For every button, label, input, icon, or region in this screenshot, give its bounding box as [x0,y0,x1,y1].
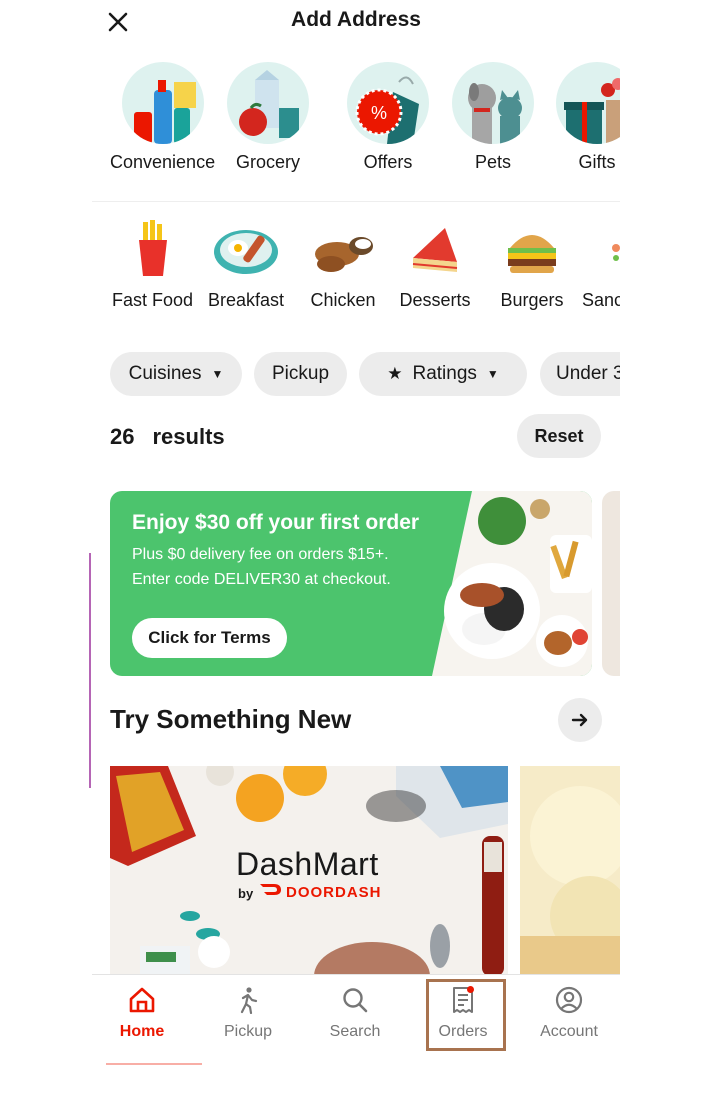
filter-label: Ratings [412,363,477,384]
store-card-dashmart[interactable]: DashMart by DOORDASH [110,766,508,976]
category-offers[interactable]: % Offers [347,62,429,173]
grocery-icon [227,62,309,144]
cuisine-fast-food[interactable]: Fast Food [112,218,193,311]
account-icon [554,985,584,1015]
filter-label: Pickup [271,363,330,384]
store-card-peek-artwork [520,786,620,976]
store-brand: DOORDASH [286,884,382,901]
arrow-right-icon [571,713,588,727]
cuisine-sandwiches[interactable]: Sanc [582,218,620,311]
cuisine-breakfast[interactable]: Breakfast [208,218,284,311]
category-pets[interactable]: Pets [452,62,534,173]
walking-icon [233,985,263,1015]
cuisine-label: Breakfast [208,290,285,310]
food-platter-image [432,491,592,676]
cuisine-label: Sanc [582,290,620,310]
reset-button[interactable]: Reset [517,414,601,458]
cuisine-label: Chicken [310,290,376,310]
category-label: Gifts [578,152,616,172]
home-active-indicator [106,1063,202,1065]
orders-highlight-box [426,979,506,1051]
category-grocery[interactable]: Grocery [227,62,309,173]
cake-icon [399,218,471,282]
category-gifts[interactable]: Gifts [556,62,620,173]
promo-banner[interactable]: Enjoy $30 off your first order Plus $0 d… [110,491,592,676]
nav-account[interactable]: Account [519,975,619,1051]
terms-button[interactable]: Click for Terms [132,618,287,658]
nav-label: Home [119,1023,165,1040]
results-summary: 26 results [110,424,225,450]
cuisine-label: Fast Food [112,290,194,310]
promo-line: Plus $0 delivery fee on orders $15+. [132,546,389,563]
see-all-button[interactable] [558,698,602,742]
pets-icon [452,62,534,144]
promo-title: Enjoy $30 off your first order [132,511,420,534]
category-label: Grocery [235,152,300,172]
cuisine-burgers[interactable]: Burgers [496,218,568,311]
filter-ratings[interactable]: ★ Ratings ▼ [359,352,527,396]
fries-icon [117,218,189,282]
search-icon [340,985,370,1015]
burger-icon [496,218,568,282]
convenience-icon [121,62,204,144]
doordash-logo-icon [260,884,281,895]
chicken-icon [307,218,379,282]
breakfast-icon [210,218,282,282]
cuisine-category-row: Fast Food Breakfast Chicken Desserts Bur… [92,218,620,328]
app-screen: Add Address Convenience Grocery % Offers… [92,0,620,1065]
svg-text:%: % [371,103,387,123]
store-category-row: Convenience Grocery % Offers Pets Gifts [92,62,620,202]
category-label: Offers [363,152,413,172]
nav-label: Pickup [223,1023,273,1040]
store-by-label: by [238,886,254,901]
gifts-icon [556,62,620,144]
star-icon: ★ [387,364,403,383]
store-name: DashMart [236,846,379,882]
sandwich-icon [582,218,620,282]
category-label: Convenience [110,152,216,172]
page-title: Add Address [291,8,421,31]
nav-home[interactable]: Home [92,975,192,1051]
cuisine-desserts[interactable]: Desserts [399,218,471,311]
nav-search[interactable]: Search [305,975,405,1051]
category-convenience[interactable]: Convenience [110,62,215,173]
section-title: Try Something New [110,704,352,734]
filter-under[interactable]: Under 3 [540,352,620,396]
results-label: results [152,424,225,449]
filter-chips: Cuisines ▼ Pickup ★ Ratings ▼ Under 3 [92,352,620,396]
next-promo-peek[interactable] [602,491,620,676]
filter-label: Under 3 [556,363,620,384]
nav-label: Account [540,1023,598,1040]
filter-label: Cuisines [128,363,202,384]
cuisine-chicken[interactable]: Chicken [307,218,379,311]
chevron-down-icon: ▼ [486,367,499,381]
filter-cuisines[interactable]: Cuisines ▼ [110,352,242,396]
nav-pickup[interactable]: Pickup [198,975,298,1051]
left-edge-rule [89,553,91,788]
results-count: 26 [110,424,135,449]
home-icon [127,985,157,1015]
header: Add Address [92,0,620,46]
chevron-down-icon: ▼ [211,367,224,381]
bottom-nav: Home Pickup Search Orders Account [92,974,620,1065]
nav-label: Search [329,1023,381,1040]
cuisine-label: Burgers [500,290,564,310]
next-store-card-peek[interactable] [520,766,620,976]
promo-line: Enter code DELIVER30 at checkout. [132,571,391,588]
offers-icon: % [347,62,429,144]
filter-pickup[interactable]: Pickup [254,352,347,396]
cuisine-label: Desserts [399,290,471,310]
category-label: Pets [474,152,512,172]
